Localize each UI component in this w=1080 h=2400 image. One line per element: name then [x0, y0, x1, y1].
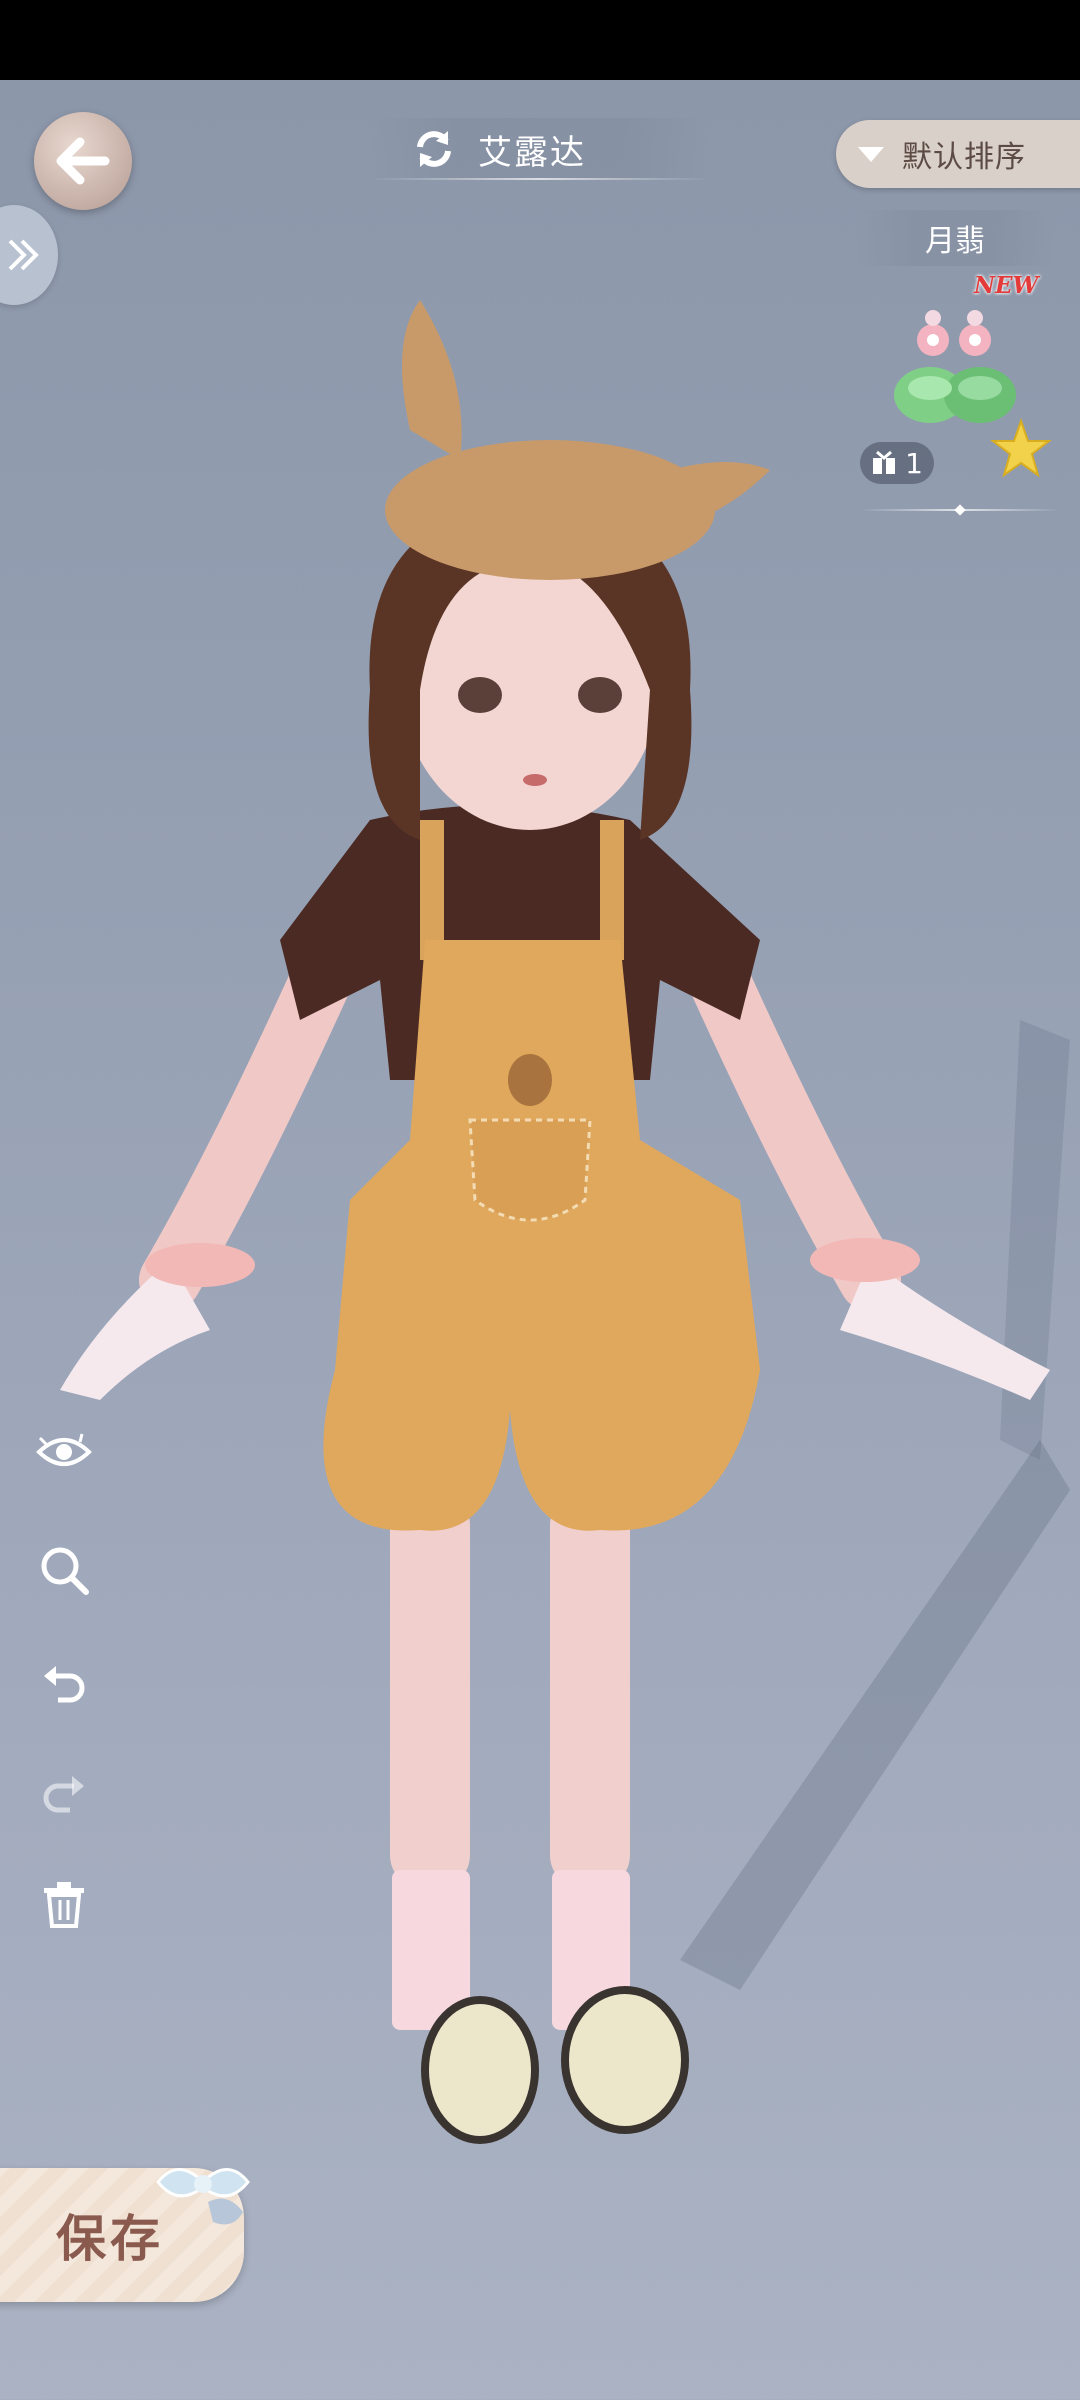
item-name-bar: 月翡: [855, 210, 1055, 266]
character-switch[interactable]: 艾露达: [370, 118, 710, 180]
ribbon-decoration-icon: [156, 2168, 250, 2225]
redo-icon: [43, 1776, 84, 1813]
status-bar: [0, 0, 1080, 80]
title-divider: [370, 178, 710, 180]
item-name: 月翡: [925, 224, 985, 259]
character-name: 艾露达: [478, 132, 586, 173]
eye-icon: [36, 1433, 92, 1466]
character-model[interactable]: [40, 260, 1070, 2210]
triangle-down-icon: [858, 147, 884, 162]
item-count-value: 1: [905, 446, 923, 480]
double-chevron-right-icon: [8, 239, 39, 271]
undo-icon: [44, 1666, 85, 1703]
undo-button[interactable]: [32, 1652, 96, 1716]
back-arrow-icon: [56, 137, 110, 185]
gift-box-icon: [873, 450, 896, 474]
item-count: 1: [860, 442, 934, 484]
zoom-button[interactable]: [32, 1538, 96, 1602]
new-badge: NEW: [974, 272, 1039, 299]
redo-button[interactable]: [32, 1762, 96, 1826]
delete-button[interactable]: [32, 1872, 96, 1936]
star-icon: [990, 418, 1052, 478]
preview-toggle-button[interactable]: [32, 1420, 96, 1484]
zoom-icon: [41, 1547, 89, 1595]
back-button[interactable]: [34, 112, 132, 210]
refresh-icon: [417, 131, 451, 167]
sort-button[interactable]: 默认排序: [836, 120, 1080, 188]
sort-label: 默认排序: [902, 140, 1026, 175]
trash-icon: [44, 1882, 84, 1928]
